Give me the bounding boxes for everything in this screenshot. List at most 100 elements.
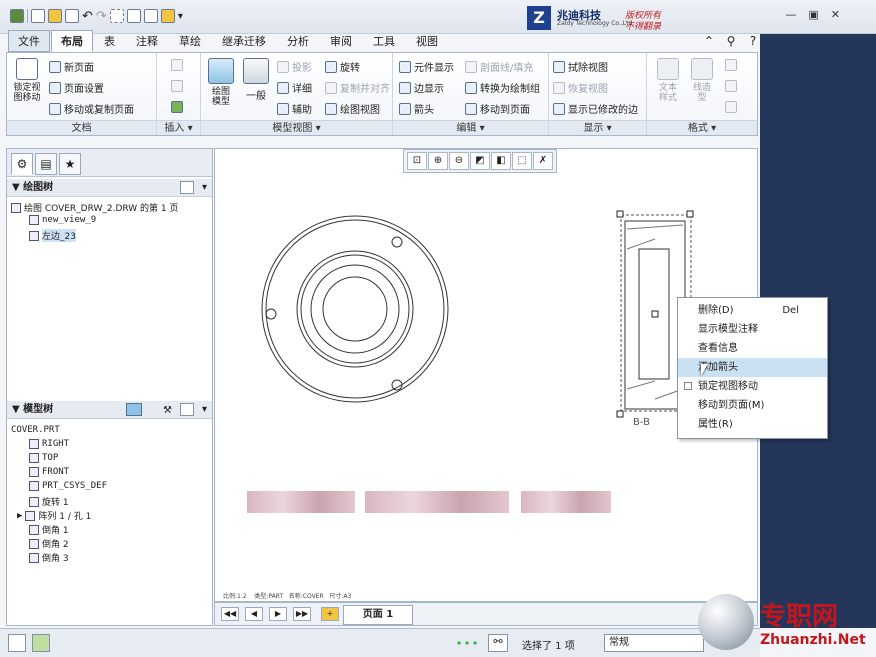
drawing-view-button[interactable]: 绘图视图: [325, 101, 380, 116]
tab-tools[interactable]: 工具: [363, 30, 405, 52]
new-page-button[interactable]: 新页面: [49, 59, 94, 74]
edge-display-button[interactable]: 边显示: [399, 80, 444, 95]
projection-view-button[interactable]: 投影: [277, 59, 312, 74]
detail-view-button[interactable]: 详细: [277, 80, 312, 95]
model-tree-item[interactable]: ▶ 阵列 1 / 孔 1: [17, 509, 91, 522]
format-symbol-button[interactable]: [725, 80, 737, 92]
menu-item-lock-view-move[interactable]: 锁定视图移动: [678, 377, 827, 396]
page-tab[interactable]: 页面 1: [343, 605, 413, 625]
status-tree-icon[interactable]: [8, 634, 26, 652]
regenerate-icon[interactable]: [126, 9, 141, 23]
tab-folder-browser-icon[interactable]: ▤: [35, 153, 57, 175]
model-tools-icon[interactable]: ⚒: [163, 402, 172, 420]
model-dropdown-icon[interactable]: ▾: [202, 401, 207, 419]
find-icon[interactable]: ⚯: [488, 634, 508, 652]
copy-align-button[interactable]: 复制并对齐: [325, 80, 390, 95]
minimize-button[interactable]: —: [785, 8, 796, 21]
tab-file[interactable]: 文件: [8, 30, 50, 52]
model-tree-item[interactable]: 倒角 1: [29, 523, 69, 536]
drawing-tree-view-item[interactable]: new_view_9: [29, 215, 96, 225]
menu-item-view-info[interactable]: 查看信息: [678, 339, 827, 358]
format-other-button[interactable]: [725, 101, 737, 113]
tab-table[interactable]: 表: [94, 30, 125, 52]
general-view-button[interactable]: 一般: [239, 58, 273, 102]
last-page-button[interactable]: ▶▶: [293, 607, 311, 621]
show-modified-edges-button[interactable]: 显示已修改的边: [553, 101, 638, 116]
menu-item-delete[interactable]: 删除(D) Del: [678, 301, 827, 320]
select-box-icon[interactable]: [109, 9, 124, 23]
tab-view[interactable]: 视图: [406, 30, 448, 52]
status-display-icon[interactable]: [32, 634, 50, 652]
format-hatch-button[interactable]: [725, 59, 737, 71]
model-tree-item[interactable]: 倒角 3: [29, 551, 69, 564]
section-line-fill-button[interactable]: 剖面线/填充: [465, 59, 533, 74]
model-tree-item[interactable]: PRT_CSYS_DEF: [29, 481, 107, 491]
customize-toolbar-icon[interactable]: ▾: [178, 11, 183, 22]
save-icon[interactable]: [65, 9, 79, 23]
insert-chart-button[interactable]: [171, 59, 183, 71]
model-tree-item[interactable]: 旋转 1: [29, 495, 69, 508]
menu-item-move-to-page[interactable]: 移动到页面(M): [678, 396, 827, 415]
help-icon[interactable]: ?: [746, 34, 760, 48]
next-page-button[interactable]: ▶: [269, 607, 287, 621]
drawing-tree-root[interactable]: 绘图 COVER_DRW_2.DRW 的第 1 页: [11, 201, 179, 214]
selection-filter[interactable]: 常规: [604, 634, 704, 652]
tab-review[interactable]: 审阅: [320, 30, 362, 52]
new-file-icon[interactable]: [31, 9, 45, 23]
element-display-button[interactable]: 元件显示: [399, 59, 454, 74]
model-tree-item[interactable]: FRONT: [29, 467, 69, 477]
app-icon: [10, 9, 24, 23]
model-tree-item[interactable]: TOP: [29, 453, 58, 463]
arrow-button[interactable]: 箭头: [399, 101, 434, 116]
tab-analysis[interactable]: 分析: [277, 30, 319, 52]
insert-symbol-button[interactable]: [171, 80, 183, 92]
model-tree-root[interactable]: COVER.PRT: [11, 425, 60, 435]
menu-item-show-model-annotations[interactable]: 显示模型注释: [678, 320, 827, 339]
tree-dropdown-icon[interactable]: ▾: [202, 179, 207, 197]
redo-icon[interactable]: ↷: [96, 9, 107, 24]
prev-page-button[interactable]: ◀: [245, 607, 263, 621]
model-display-icon[interactable]: [126, 403, 142, 416]
rotate-icon: [325, 60, 337, 73]
add-page-icon[interactable]: +: [321, 607, 339, 621]
text-style-button[interactable]: 文本 样式: [653, 58, 683, 103]
model-tree-item[interactable]: RIGHT: [29, 439, 69, 449]
tab-legacy-migration[interactable]: 继承迁移: [212, 30, 276, 52]
collapse-ribbon-icon[interactable]: ⌃: [702, 34, 716, 48]
move-copy-page-button[interactable]: 移动或复制页面: [49, 101, 134, 116]
first-page-button[interactable]: ◀◀: [221, 607, 239, 621]
line-style-button[interactable]: 线造 型: [687, 58, 717, 103]
tree-settings-icon[interactable]: [180, 181, 194, 194]
auxiliary-view-button[interactable]: 辅助: [277, 101, 312, 116]
insert-image-button[interactable]: [171, 101, 183, 113]
maximize-button[interactable]: ▣: [808, 8, 818, 21]
model-tree-header[interactable]: ▼ 模型树 ⚒ ▾: [7, 401, 212, 419]
restore-view-button[interactable]: 恢复视图: [553, 80, 608, 95]
tab-favorites-icon[interactable]: ★: [59, 153, 81, 175]
undo-icon[interactable]: ↶: [82, 9, 93, 24]
drawing-tree-header[interactable]: ▼ 绘图树 ▾: [7, 179, 212, 197]
close-window-icon[interactable]: [160, 9, 175, 23]
drawing-model-button[interactable]: 绘图 模型: [203, 58, 239, 107]
tab-sketch[interactable]: 草绘: [169, 30, 211, 52]
windows-icon[interactable]: [143, 9, 158, 23]
drawing-tree-view-item-selected[interactable]: 左边_23: [29, 229, 76, 242]
window-controls: — ▣ ✕: [785, 8, 840, 21]
convert-to-draft-group-button[interactable]: 转换为绘制组: [465, 80, 540, 95]
model-settings-icon[interactable]: [180, 403, 194, 416]
erase-view-button[interactable]: 拭除视图: [553, 59, 608, 74]
move-to-page-button[interactable]: 移动到页面: [465, 101, 530, 116]
rotate-view-button[interactable]: 旋转: [325, 59, 360, 74]
open-folder-icon[interactable]: [48, 9, 62, 23]
chamfer-icon: [29, 552, 39, 563]
search-icon[interactable]: ⚲: [724, 34, 738, 48]
page-setup-button[interactable]: 页面设置: [49, 80, 104, 95]
close-button[interactable]: ✕: [831, 8, 840, 21]
tab-layout[interactable]: 布局: [51, 30, 93, 52]
lock-view-move-button[interactable]: 锁定视 图移动: [10, 58, 44, 103]
tab-annotate[interactable]: 注释: [126, 30, 168, 52]
expand-icon[interactable]: ▶: [17, 511, 22, 521]
tab-model-tree-icon[interactable]: ⚙: [11, 153, 33, 175]
model-tree-item[interactable]: 倒角 2: [29, 537, 69, 550]
menu-item-properties[interactable]: 属性(R): [678, 415, 827, 434]
